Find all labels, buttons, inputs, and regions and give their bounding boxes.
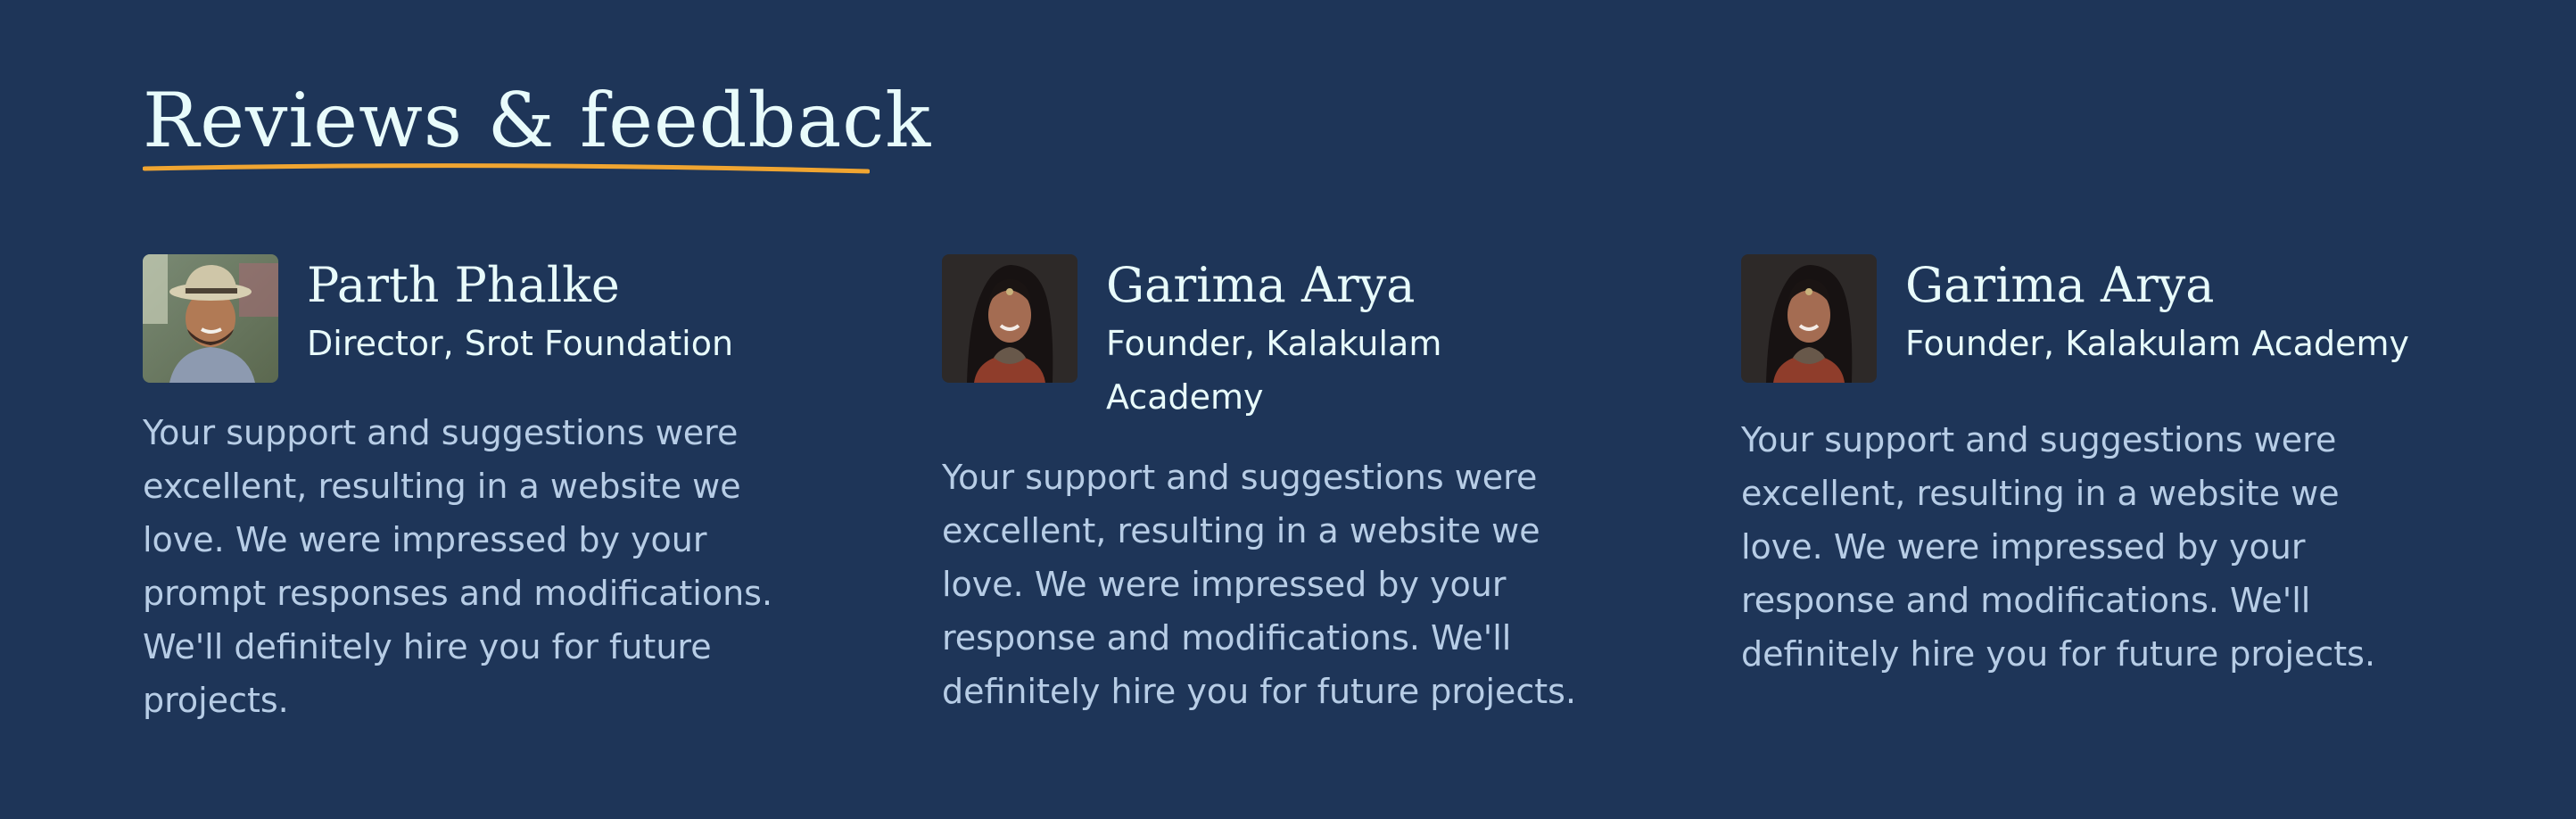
title-underline [143,163,870,174]
review-card: Garima Arya Founder, Kalakulam Academy Y… [942,254,1602,718]
reviewer-name: Garima Arya [1106,257,1416,313]
review-card: Garima Arya Founder, Kalakulam Academy Y… [1741,254,2409,681]
avatar-woman-portrait [942,254,1077,383]
review-header: Garima Arya Founder, Kalakulam Academy [942,254,1602,424]
section-heading: Reviews & feedback [143,71,931,205]
avatar-woman-portrait [1741,254,1877,383]
page-title: Reviews & feedback [143,77,932,164]
review-header: Garima Arya Founder, Kalakulam Academy [1741,254,2409,383]
review-text: Your support and suggestions were excell… [143,413,773,720]
reviewer-name: Garima Arya [1905,257,2215,313]
reviewer-role: Founder, Kalakulam Academy [1106,324,1442,417]
avatar-man-with-hat [143,254,278,383]
reviewer-info: Garima Arya Founder, Kalakulam Academy [1905,254,2409,370]
reviewer-info: Garima Arya Founder, Kalakulam Academy [1106,254,1481,424]
review-text: Your support and suggestions were excell… [942,458,1577,711]
reviewer-role: Director, Srot Foundation [307,324,734,363]
reviewer-role: Founder, Kalakulam Academy [1905,324,2409,363]
review-text: Your support and suggestions were excell… [1741,420,2376,674]
review-card: Parth Phalke Director, Srot Foundation Y… [143,254,803,727]
reviewer-info: Parth Phalke Director, Srot Foundation [307,254,733,370]
review-header: Parth Phalke Director, Srot Foundation [143,254,803,383]
review-list: Parth Phalke Director, Srot Foundation Y… [143,254,2480,754]
reviewer-name: Parth Phalke [307,257,620,313]
reviews-section: Reviews & feedback Parth Phalke Director… [0,0,2576,819]
